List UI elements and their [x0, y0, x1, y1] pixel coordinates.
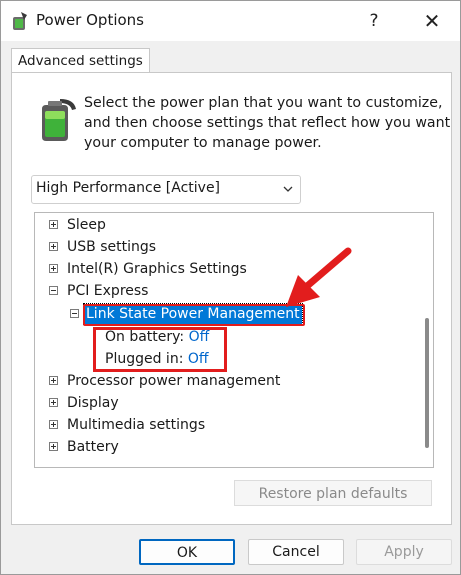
settings-tree[interactable]: Sleep USB settings Intel(R) Graphics Set… [34, 212, 434, 468]
tree-item-label: USB settings [67, 239, 157, 255]
power-plan-dropdown[interactable]: High Performance [Active] [31, 175, 301, 204]
close-button[interactable]: ✕ [412, 6, 452, 36]
tree-item-label: PCI Express [67, 283, 149, 299]
chevron-down-icon [282, 183, 294, 195]
plan-description: Select the power plan that you want to c… [84, 93, 451, 153]
scrollbar-thumb[interactable] [425, 318, 429, 448]
annotation-arrow-icon [286, 247, 352, 307]
apply-button[interactable]: Apply [356, 539, 452, 565]
tree-item-label: Multimedia settings [67, 417, 206, 433]
advanced-settings-panel: Select the power plan that you want to c… [11, 72, 452, 525]
power-plan-selected: High Performance [Active] [36, 180, 221, 196]
tree-scrollbar[interactable] [422, 213, 432, 467]
tree-item-label: Display [67, 395, 119, 411]
window-title: Power Options [36, 11, 144, 29]
expand-icon[interactable] [49, 242, 58, 251]
tree-item-label: Processor power management [67, 373, 281, 389]
collapse-icon[interactable] [49, 286, 58, 295]
expand-icon[interactable] [49, 264, 58, 273]
description-line: your computer to manage power. [84, 135, 322, 151]
description-line: and then choose settings that reflect ho… [84, 115, 451, 131]
power-options-icon [10, 11, 30, 31]
power-options-dialog: Power Options ? ✕ Advanced settings Sele… [0, 0, 461, 575]
tab-advanced-settings[interactable]: Advanced settings [11, 48, 150, 73]
tree-item-label: Intel(R) Graphics Settings [67, 261, 247, 277]
help-button[interactable]: ? [354, 6, 394, 36]
tree-item-label: Sleep [67, 217, 106, 233]
collapse-icon[interactable] [70, 309, 79, 318]
title-bar: Power Options ? ✕ [1, 1, 460, 41]
expand-icon[interactable] [49, 220, 58, 229]
expand-icon[interactable] [49, 376, 58, 385]
restore-plan-defaults-button[interactable]: Restore plan defaults [234, 480, 432, 506]
ok-button[interactable]: OK [139, 539, 235, 565]
annotation-highlight-box [93, 327, 227, 372]
expand-icon[interactable] [49, 398, 58, 407]
expand-icon[interactable] [49, 420, 58, 429]
power-plan-battery-icon [34, 97, 78, 143]
cancel-button[interactable]: Cancel [248, 539, 344, 565]
description-line: Select the power plan that you want to c… [84, 95, 443, 111]
expand-icon[interactable] [49, 442, 58, 451]
annotation-highlight-outline [83, 304, 305, 326]
tree-item-label: Battery [67, 439, 119, 455]
